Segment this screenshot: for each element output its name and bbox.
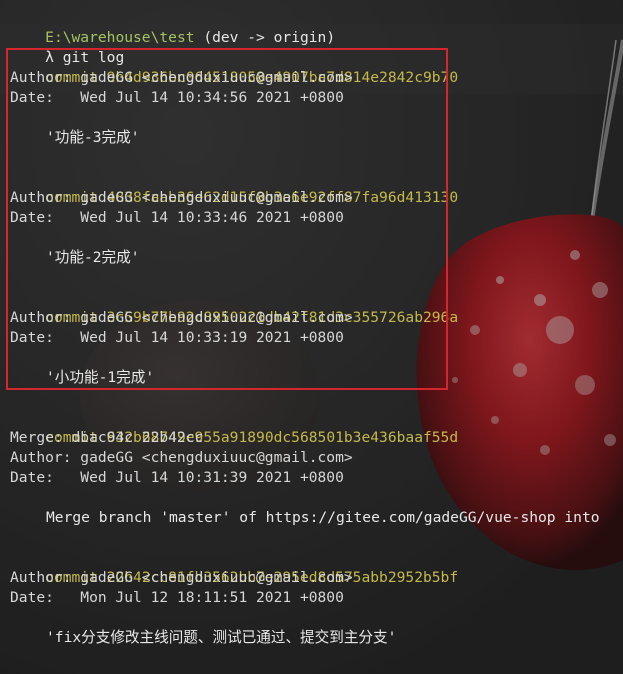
commit-author: Author: gadeGG <chengduxiuuc@gmail.com> xyxy=(10,569,353,586)
commit-author: Author: gadeGG <chengduxiuuc@gmail.com> xyxy=(10,449,353,466)
commit-line: commit 632b68749e955a91890dc568501b3e436… xyxy=(10,408,458,446)
prompt-line: E:\warehouse\test (dev -> origin) xyxy=(10,8,335,46)
prompt-branch: (dev -> origin) xyxy=(203,29,336,46)
commit-merge: Merge: dbac94c 22b42cc xyxy=(10,429,204,446)
highlight-annotation-box xyxy=(6,48,448,390)
commit-line: commit 22b42cc81fb3562bb7e295ed8d575abb2… xyxy=(10,548,458,586)
commit-date: Date: Wed Jul 14 10:31:39 2021 +0800 xyxy=(10,469,344,486)
commit-message: Merge branch 'master' of https://gitee.c… xyxy=(46,509,600,526)
terminal-window[interactable]: E:\warehouse\test (dev -> origin) λ git … xyxy=(0,0,623,674)
commit-message: 'fix分支修改主线问题、测试已通过、提交到主分支' xyxy=(46,629,397,646)
command-line: λ git log xyxy=(10,28,124,66)
commit-date: Date: Mon Jul 12 18:11:51 2021 +0800 xyxy=(10,589,344,606)
